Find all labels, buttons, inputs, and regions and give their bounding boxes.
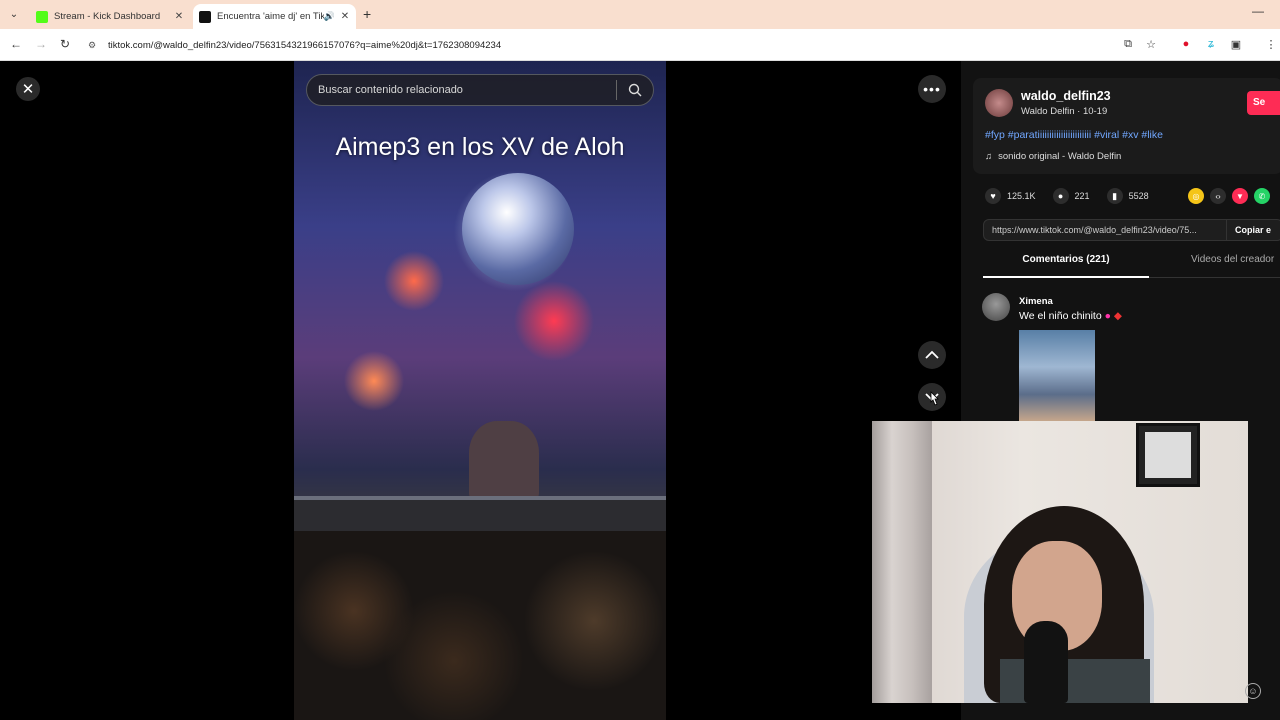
browser-tab-tiktok[interactable]: Encuentra 'aime dj' en TikTok 🔊 ✕ — [193, 4, 356, 29]
tab-close-icon[interactable]: ✕ — [338, 11, 352, 22]
install-app-icon[interactable]: ⧉ — [1121, 37, 1135, 51]
tab-search-chevron-icon[interactable]: ⌄ — [6, 6, 22, 22]
kiss-emoji-icon: ◆ — [1113, 310, 1122, 322]
author-card: waldo_delfin23 Waldo Delfin · 10-19 Se #… — [973, 78, 1280, 174]
forward-arrow-icon[interactable]: → — [35, 37, 47, 51]
author-avatar[interactable] — [985, 89, 1013, 117]
share-link-row: https://www.tiktok.com/@waldo_delfin23/v… — [983, 219, 1280, 241]
panel-tabs: Comentarios (221) Videos del creador — [983, 254, 1280, 278]
more-options-icon[interactable]: ••• — [918, 75, 946, 103]
extensions-puzzle-icon[interactable]: ▣ — [1229, 37, 1243, 51]
tab-comments[interactable]: Comentarios (221) — [983, 254, 1149, 278]
kick-favicon-icon — [36, 10, 48, 23]
extension-red-icon[interactable]: ● — [1179, 37, 1193, 51]
tab-creator-videos[interactable]: Videos del creador — [1191, 254, 1274, 265]
webcam-overlay — [872, 421, 1248, 703]
related-search-box[interactable] — [306, 74, 654, 106]
dj-stage — [294, 496, 666, 536]
disco-ball — [462, 173, 574, 285]
comment-count: 221 — [1074, 191, 1090, 201]
music-note-icon: ♫ — [985, 151, 993, 162]
translate-extension-icon[interactable]: ʑ — [1204, 37, 1218, 51]
webcam-person-body — [1000, 659, 1150, 703]
url-field[interactable]: ⚙ tiktok.com/@waldo_delfin23/video/75631… — [84, 33, 1134, 57]
comment-sticker-image — [1019, 330, 1095, 422]
like-count: 125.1K — [1007, 191, 1036, 201]
video-player[interactable]: Aimep3 en los XV de Aloh — [294, 61, 666, 720]
dj-figure — [469, 421, 539, 501]
whatsapp-icon[interactable]: ✆ — [1254, 188, 1270, 204]
tab-title: Encuentra 'aime dj' en TikTok — [217, 11, 324, 22]
webcam-wall-frame — [1136, 423, 1200, 487]
reload-icon[interactable]: ↻ — [60, 37, 70, 51]
previous-video-chevron-up-icon[interactable] — [918, 341, 946, 369]
bookmark-icon: ▮ — [1106, 188, 1123, 204]
tab-title: Stream - Kick Dashboard — [54, 11, 161, 22]
close-video-icon[interactable]: ✕ — [16, 77, 40, 101]
music-title: sonido original - Waldo Delfin — [998, 151, 1122, 162]
url-text: tiktok.com/@waldo_delfin23/video/7563154… — [108, 39, 502, 51]
video-caption: Aimep3 en los XV de Aloh — [335, 133, 625, 161]
share-icons-row: ◎ ‹› ▼ ✆ — [1188, 188, 1276, 204]
webcam-microphone — [1024, 621, 1068, 703]
search-icon[interactable] — [617, 83, 653, 97]
new-tab-button[interactable]: + — [363, 6, 371, 22]
follow-button[interactable]: Se — [1247, 91, 1280, 115]
tab-close-icon[interactable]: ✕ — [172, 11, 186, 22]
mouse-cursor-icon — [930, 391, 939, 406]
repost-icon[interactable]: ◎ — [1188, 188, 1204, 204]
bookmark-star-icon[interactable]: ☆ — [1144, 37, 1158, 51]
embed-code-icon[interactable]: ‹› — [1210, 188, 1226, 204]
copy-link-button[interactable]: Copiar e — [1226, 220, 1271, 240]
tiktok-video-page: ✕ Aimep3 en los XV de Aloh ••• waldo_del… — [0, 61, 1280, 720]
share-link-text[interactable]: https://www.tiktok.com/@waldo_delfin23/v… — [984, 225, 1226, 235]
emoji-picker-icon[interactable]: ☺ — [1245, 683, 1261, 699]
engagement-stats: ♥ 125.1K ● 221 ▮ 5528 — [985, 188, 1166, 204]
video-description-hashtags[interactable]: #fyp #paratiiiiiiiiiiiiiiiiiiiiiii #vira… — [985, 129, 1163, 141]
save-button[interactable]: ▮ 5528 — [1106, 188, 1149, 204]
minimize-window-icon[interactable]: — — [1252, 4, 1264, 18]
tiktok-favicon-icon — [199, 10, 211, 23]
comment-bubble-icon: ● — [1052, 188, 1069, 204]
emoji-icon: ● — [1104, 310, 1111, 322]
comment-avatar[interactable] — [982, 293, 1010, 321]
comment-text: We el niño chinito ● ◆ — [1019, 310, 1122, 322]
address-bar-row: ← → ↻ ⚙ tiktok.com/@waldo_delfin23/video… — [0, 29, 1280, 61]
browser-tab-bar: ⌄ Stream - Kick Dashboard ✕ Encuentra 'a… — [0, 0, 1280, 29]
music-row[interactable]: ♫ sonido original - Waldo Delfin — [985, 151, 1121, 162]
site-settings-icon[interactable]: ⚙ — [88, 40, 100, 51]
heart-icon: ♥ — [985, 188, 1001, 204]
author-username[interactable]: waldo_delfin23 — [1021, 89, 1111, 103]
speaker-icon[interactable]: 🔊 — [324, 11, 335, 22]
comment-button[interactable]: ● 221 — [1052, 188, 1090, 204]
webcam-curtain — [872, 421, 932, 703]
comment-body: We el niño chinito — [1019, 310, 1102, 322]
save-count: 5528 — [1128, 191, 1149, 201]
menu-icon[interactable]: ⋮ — [1264, 37, 1278, 51]
back-arrow-icon[interactable]: ← — [10, 37, 22, 51]
send-to-friends-icon[interactable]: ▼ — [1232, 188, 1248, 204]
comment-username[interactable]: Ximena — [1019, 296, 1053, 307]
crowd — [294, 531, 666, 720]
author-subtitle: Waldo Delfin · 10-19 — [1021, 106, 1108, 117]
like-button[interactable]: ♥ 125.1K — [985, 188, 1036, 204]
related-search-input[interactable] — [307, 84, 616, 96]
browser-tab-kick[interactable]: Stream - Kick Dashboard ✕ — [30, 4, 190, 29]
